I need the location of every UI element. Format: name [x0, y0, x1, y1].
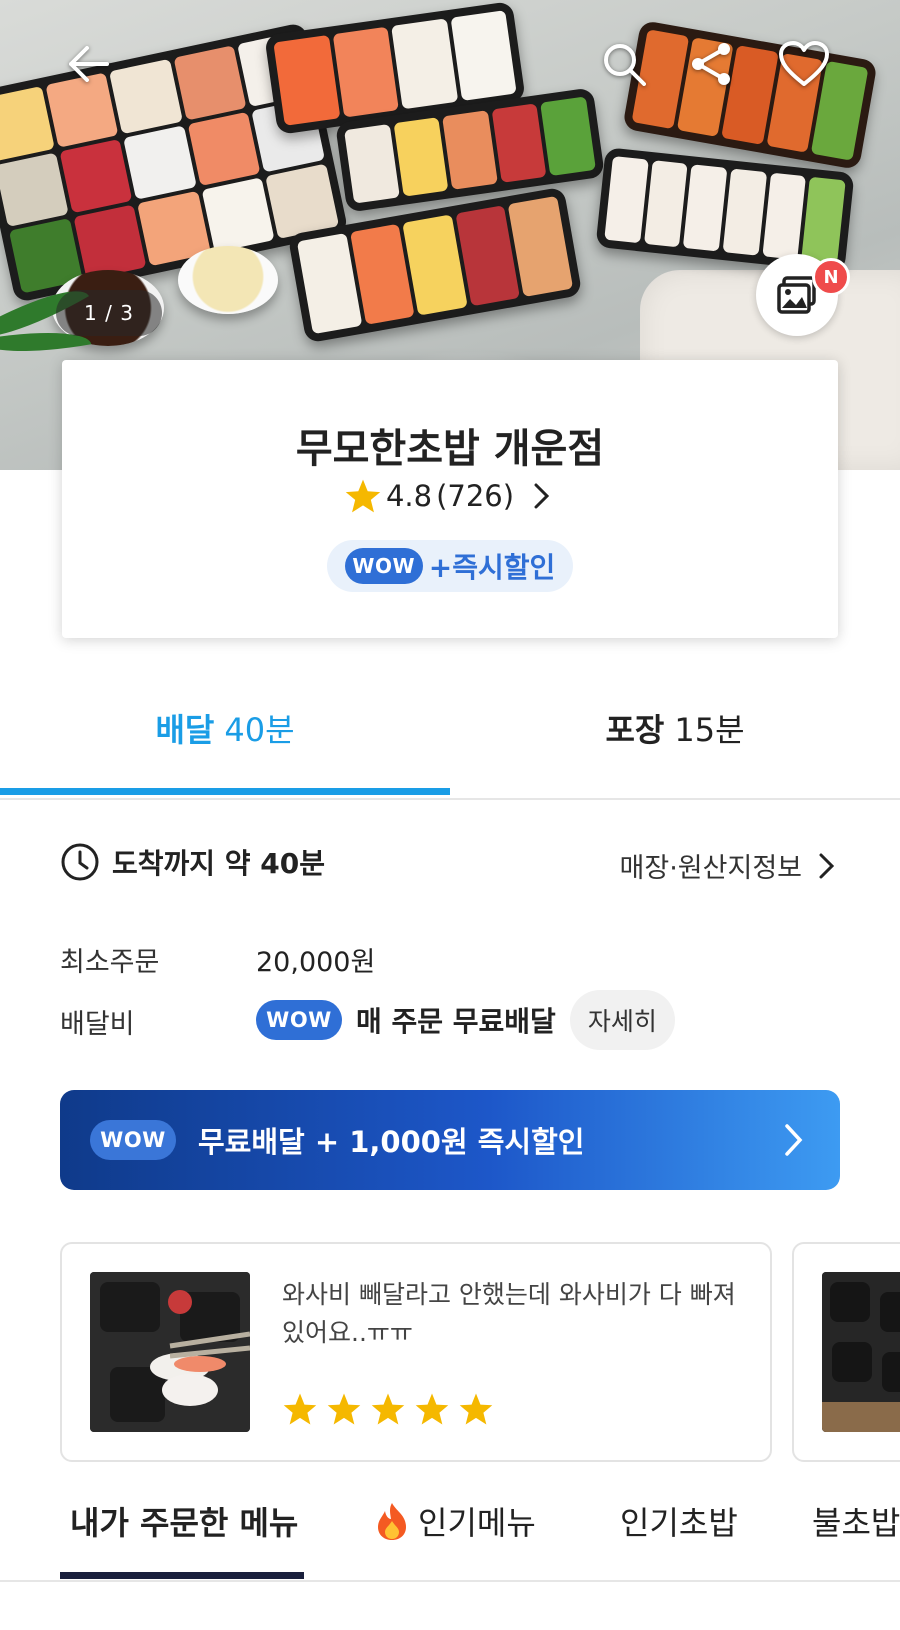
- share-button[interactable]: [682, 34, 742, 94]
- chevron-right-icon: [819, 853, 835, 878]
- tab-pickup[interactable]: 포장 15분: [450, 660, 900, 796]
- image-counter: 1 / 3: [56, 290, 162, 336]
- tab-pickup-label: 포장: [605, 711, 665, 749]
- back-button[interactable]: [58, 34, 118, 94]
- min-order-value: 20,000원: [256, 947, 376, 978]
- wow-promo-banner[interactable]: WOW 무료배달 + 1,000원 즉시할인: [60, 1090, 840, 1190]
- wow-discount-badge: WOW +즉시할인: [327, 540, 573, 592]
- search-button[interactable]: [594, 34, 654, 94]
- clock-icon: [61, 843, 99, 881]
- arrival-time: 도착까지 약 40분: [60, 842, 325, 882]
- rating-value: 4.8: [385, 479, 433, 513]
- tab-label: 인기초밥: [620, 1504, 738, 1542]
- star-icon: [327, 1393, 361, 1425]
- active-tab-indicator: [0, 788, 450, 795]
- review-photo: [822, 1272, 900, 1432]
- share-icon: [692, 43, 730, 85]
- review-stars: [282, 1392, 494, 1426]
- tab-label: 내가 주문한 메뉴: [70, 1504, 299, 1542]
- tab-pickup-time: 15분: [674, 711, 745, 749]
- favorite-button[interactable]: [774, 34, 834, 94]
- wow-badge: WOW: [344, 548, 423, 584]
- review-card[interactable]: [792, 1242, 900, 1462]
- sushi-tray-right: [595, 147, 855, 273]
- star-icon: [415, 1393, 449, 1425]
- new-badge: N: [812, 258, 850, 296]
- store-info-card: 무모한초밥 개운점 4.8 (726) WOW +즉시할인: [62, 360, 838, 638]
- tab-popular-sushi[interactable]: 인기초밥: [620, 1498, 738, 1544]
- heart-icon: [779, 41, 829, 86]
- order-type-tabs: 배달 40분 포장 15분: [0, 660, 900, 800]
- garlic-bowl: [178, 246, 278, 314]
- tab-label: 인기메뉴: [418, 1504, 536, 1542]
- review-text: 와사비 빼달라고 안했는데 와사비가 다 빠져있어요..ㅠㅠ: [282, 1280, 736, 1347]
- wow-badge: WOW: [256, 1000, 342, 1040]
- search-icon: [604, 44, 646, 86]
- fire-icon: [378, 1503, 406, 1540]
- back-arrow-icon: [69, 46, 109, 82]
- chevron-right-icon: [785, 1124, 803, 1156]
- menu-category-tabs: 내가 주문한 메뉴 인기메뉴 인기초밥 불초밥: [0, 1480, 900, 1582]
- tab-delivery-label: 배달: [155, 711, 215, 749]
- detail-button[interactable]: 자세히: [569, 990, 675, 1050]
- wow-promo-text: 무료배달 + 1,000원 즉시할인: [198, 1125, 585, 1159]
- tab-delivery[interactable]: 배달 40분: [0, 660, 450, 796]
- tab-popular-menu[interactable]: 인기메뉴: [374, 1498, 536, 1544]
- instant-discount-label: +즉시할인: [428, 551, 556, 584]
- delivery-fee-label: 배달비: [60, 1009, 135, 1040]
- store-rating[interactable]: 4.8 (726): [62, 478, 838, 514]
- wow-badge: WOW: [90, 1120, 176, 1160]
- min-order-label: 최소주문: [60, 947, 160, 978]
- active-menu-tab-indicator: [60, 1572, 304, 1579]
- arrival-time-text: 도착까지 약 40분: [112, 847, 326, 880]
- tab-my-ordered-menu[interactable]: 내가 주문한 메뉴: [70, 1498, 298, 1544]
- review-photo: [90, 1272, 250, 1432]
- chevron-right-icon: [534, 483, 550, 509]
- tab-label: 불초밥: [812, 1504, 900, 1542]
- star-icon: [345, 479, 381, 513]
- delivery-fee-value: WOW 매 주문 무료배달 자세히: [256, 990, 675, 1050]
- sushi-tray-right-top: [622, 19, 878, 171]
- star-icon: [459, 1393, 493, 1425]
- store-origin-info-label: 매장·원산지정보: [619, 853, 802, 884]
- store-name: 무모한초밥 개운점: [295, 426, 605, 472]
- store-origin-info-link[interactable]: 매장·원산지정보: [620, 846, 838, 885]
- tab-fire-sushi[interactable]: 불초밥: [812, 1498, 900, 1544]
- tab-delivery-time: 40분: [224, 711, 295, 749]
- free-delivery-text: 매 주문 무료배달: [356, 1005, 556, 1038]
- review-count: (726): [436, 479, 515, 513]
- star-icon: [283, 1393, 317, 1425]
- star-icon: [371, 1393, 405, 1425]
- review-card[interactable]: 와사비 빼달라고 안했는데 와사비가 다 빠져있어요..ㅠㅠ: [60, 1242, 772, 1462]
